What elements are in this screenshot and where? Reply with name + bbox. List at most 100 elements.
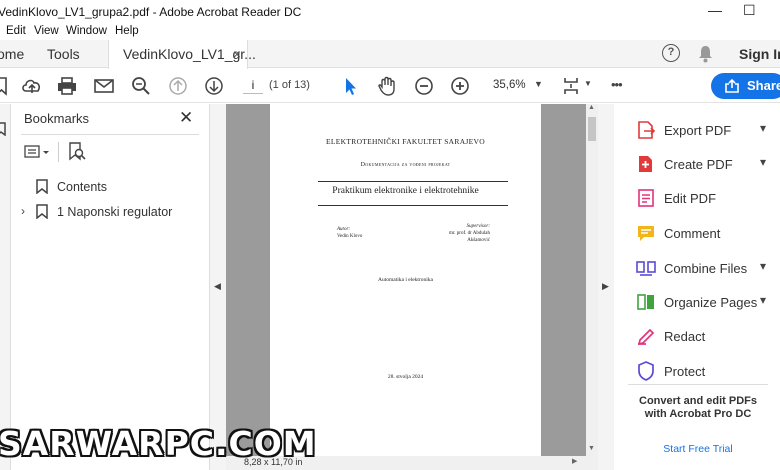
menu-window[interactable]: Window xyxy=(66,25,107,37)
protect-icon xyxy=(638,361,654,381)
upload-cloud-icon[interactable] xyxy=(21,76,43,96)
bookmark-options-icon[interactable] xyxy=(24,144,50,160)
tool-label: Protect xyxy=(664,364,706,379)
tab-document[interactable]: VedinKlovo_LV1_gr... × xyxy=(108,40,256,69)
navigation-pane-strip[interactable] xyxy=(0,104,11,470)
bookmark-icon xyxy=(36,179,48,194)
scroll-right-icon[interactable]: ▶ xyxy=(572,457,577,465)
tab-tools[interactable]: Tools xyxy=(47,46,80,62)
page-number-input[interactable]: i xyxy=(243,78,263,94)
help-icon[interactable]: ? xyxy=(662,44,680,62)
export-pdf-icon xyxy=(638,121,656,139)
tool-protect[interactable]: Protect xyxy=(614,357,780,387)
email-icon[interactable] xyxy=(93,76,115,96)
zoom-in-icon[interactable] xyxy=(449,76,471,96)
chevron-down-icon[interactable]: ▾ xyxy=(760,121,766,135)
tool-edit-pdf[interactable]: Edit PDF xyxy=(614,184,780,214)
scroll-down-icon[interactable]: ▼ xyxy=(588,445,595,452)
doc-department: Automatika i elektronika xyxy=(378,277,433,283)
share-icon xyxy=(725,79,739,93)
tools-panel: Export PDF ▾ Create PDF ▾ Edit PDF Comme… xyxy=(614,104,780,470)
doc-supervisor-line2: Akšamović xyxy=(467,238,490,243)
help-icon-glyph: ? xyxy=(667,46,675,58)
select-cursor-icon[interactable] xyxy=(340,76,362,96)
divider xyxy=(58,142,59,162)
tool-create-pdf[interactable]: Create PDF ▾ xyxy=(614,150,780,180)
doc-type: Dokumentacija za vođeni projekat xyxy=(360,162,451,168)
pdf-page: ELEKTROTEHNIČKI FAKULTET SARAJEVO Dokume… xyxy=(270,104,541,456)
menu-help[interactable]: Help xyxy=(115,25,139,37)
menu-edit[interactable]: Edit xyxy=(6,25,26,37)
tab-home[interactable]: ome xyxy=(0,46,24,62)
scrollbar-thumb[interactable] xyxy=(588,117,596,141)
redact-icon xyxy=(637,328,655,346)
divider xyxy=(318,205,508,206)
main-toolbar: i (1 of 13) 35,6% ▼ ▼ ••• Share xyxy=(0,69,780,103)
tool-organize-pages[interactable]: Organize Pages ▾ xyxy=(614,288,780,318)
share-label: Share xyxy=(747,78,780,93)
tool-label: Comment xyxy=(664,226,721,241)
tool-label: Combine Files xyxy=(664,261,748,276)
document-view[interactable]: ELEKTROTEHNIČKI FAKULTET SARAJEVO Dokume… xyxy=(226,104,586,456)
notifications-bell-icon[interactable] xyxy=(697,45,714,63)
menu-bar: Edit View Window Help xyxy=(0,24,780,40)
zoom-dropdown-icon[interactable]: ▼ xyxy=(534,79,543,89)
bookmarks-panel-icon[interactable] xyxy=(0,122,6,136)
bookmark-label: Contents xyxy=(57,180,108,194)
tool-combine-files[interactable]: Combine Files ▾ xyxy=(614,254,780,284)
zoom-level-select[interactable]: 35,6% xyxy=(493,79,526,91)
tab-bar: ome Tools VedinKlovo_LV1_gr... × ? Sign … xyxy=(0,40,780,69)
vertical-scrollbar[interactable]: ▲ ▼ xyxy=(586,104,598,456)
collapse-left-icon[interactable]: ◀ xyxy=(214,281,221,292)
tool-label: Organize Pages xyxy=(664,295,758,310)
more-tools-icon[interactable]: ••• xyxy=(611,77,623,92)
scroll-up-icon[interactable]: ▲ xyxy=(588,104,595,111)
right-panel-splitter[interactable]: ▶ xyxy=(598,104,614,470)
bookmarks-panel: Bookmarks ✕ Contents › 1 Naponski regula… xyxy=(11,104,210,470)
doc-date: 28. stvolja 2024 xyxy=(387,374,424,380)
collapse-right-icon[interactable]: ▶ xyxy=(602,281,609,292)
tool-export-pdf[interactable]: Export PDF ▾ xyxy=(614,116,780,146)
title-bar: VedinKlovo_LV1_grupa2.pdf - Adobe Acroba… xyxy=(0,0,780,24)
bookmarks-title: Bookmarks xyxy=(24,111,90,126)
page-count: (1 of 13) xyxy=(269,79,310,91)
maximize-button[interactable]: ☐ xyxy=(743,2,756,19)
expand-chevron-icon[interactable]: › xyxy=(21,204,25,218)
tab-close-icon[interactable]: × xyxy=(233,46,241,62)
sign-in-link[interactable]: Sign In xyxy=(739,46,780,62)
share-button[interactable]: Share xyxy=(711,73,780,99)
tool-label: Export PDF xyxy=(664,123,732,138)
page-display-dropdown-icon[interactable]: ▼ xyxy=(584,79,592,88)
doc-author-name: Vedin Klovo xyxy=(337,234,363,239)
tool-redact[interactable]: Redact xyxy=(614,322,780,352)
print-icon[interactable] xyxy=(56,76,78,96)
next-page-icon[interactable] xyxy=(203,76,225,96)
minimize-button[interactable]: — xyxy=(708,2,722,18)
watermark: SARWARPC.COM xyxy=(0,424,317,463)
chevron-down-icon[interactable]: ▾ xyxy=(760,155,766,169)
bookmark-add-icon[interactable] xyxy=(0,76,16,96)
hand-tool-icon[interactable] xyxy=(376,76,398,96)
page-display-icon[interactable] xyxy=(562,76,584,96)
doc-university: ELEKTROTEHNIČKI FAKULTET SARAJEVO xyxy=(326,137,485,146)
doc-supervisor-line1: mr. prof. dr Abdulah xyxy=(449,231,490,236)
start-free-trial-link[interactable]: Start Free Trial xyxy=(628,443,768,455)
left-panel-splitter[interactable]: ◀ xyxy=(210,104,226,470)
doc-author-label: Autor: xyxy=(337,227,351,232)
divider xyxy=(628,384,768,385)
close-icon[interactable]: ✕ xyxy=(179,108,193,128)
promo-text: Convert and edit PDFs with Acrobat Pro D… xyxy=(639,395,757,420)
doc-supervisor-label: Supervisor: xyxy=(466,224,490,229)
search-zoom-icon[interactable] xyxy=(130,76,152,96)
tool-label: Redact xyxy=(664,329,706,344)
menu-view[interactable]: View xyxy=(34,25,59,37)
find-bookmark-icon[interactable] xyxy=(67,142,87,162)
window-title: VedinKlovo_LV1_grupa2.pdf - Adobe Acroba… xyxy=(0,5,302,19)
previous-page-icon[interactable] xyxy=(167,76,189,96)
chevron-down-icon[interactable]: ▾ xyxy=(760,259,766,273)
tool-label: Edit PDF xyxy=(664,191,717,206)
zoom-out-icon[interactable] xyxy=(413,76,435,96)
doc-title: Praktikum elektronike i elektrotehnike xyxy=(332,186,479,196)
tool-comment[interactable]: Comment xyxy=(614,219,780,249)
chevron-down-icon[interactable]: ▾ xyxy=(760,293,766,307)
